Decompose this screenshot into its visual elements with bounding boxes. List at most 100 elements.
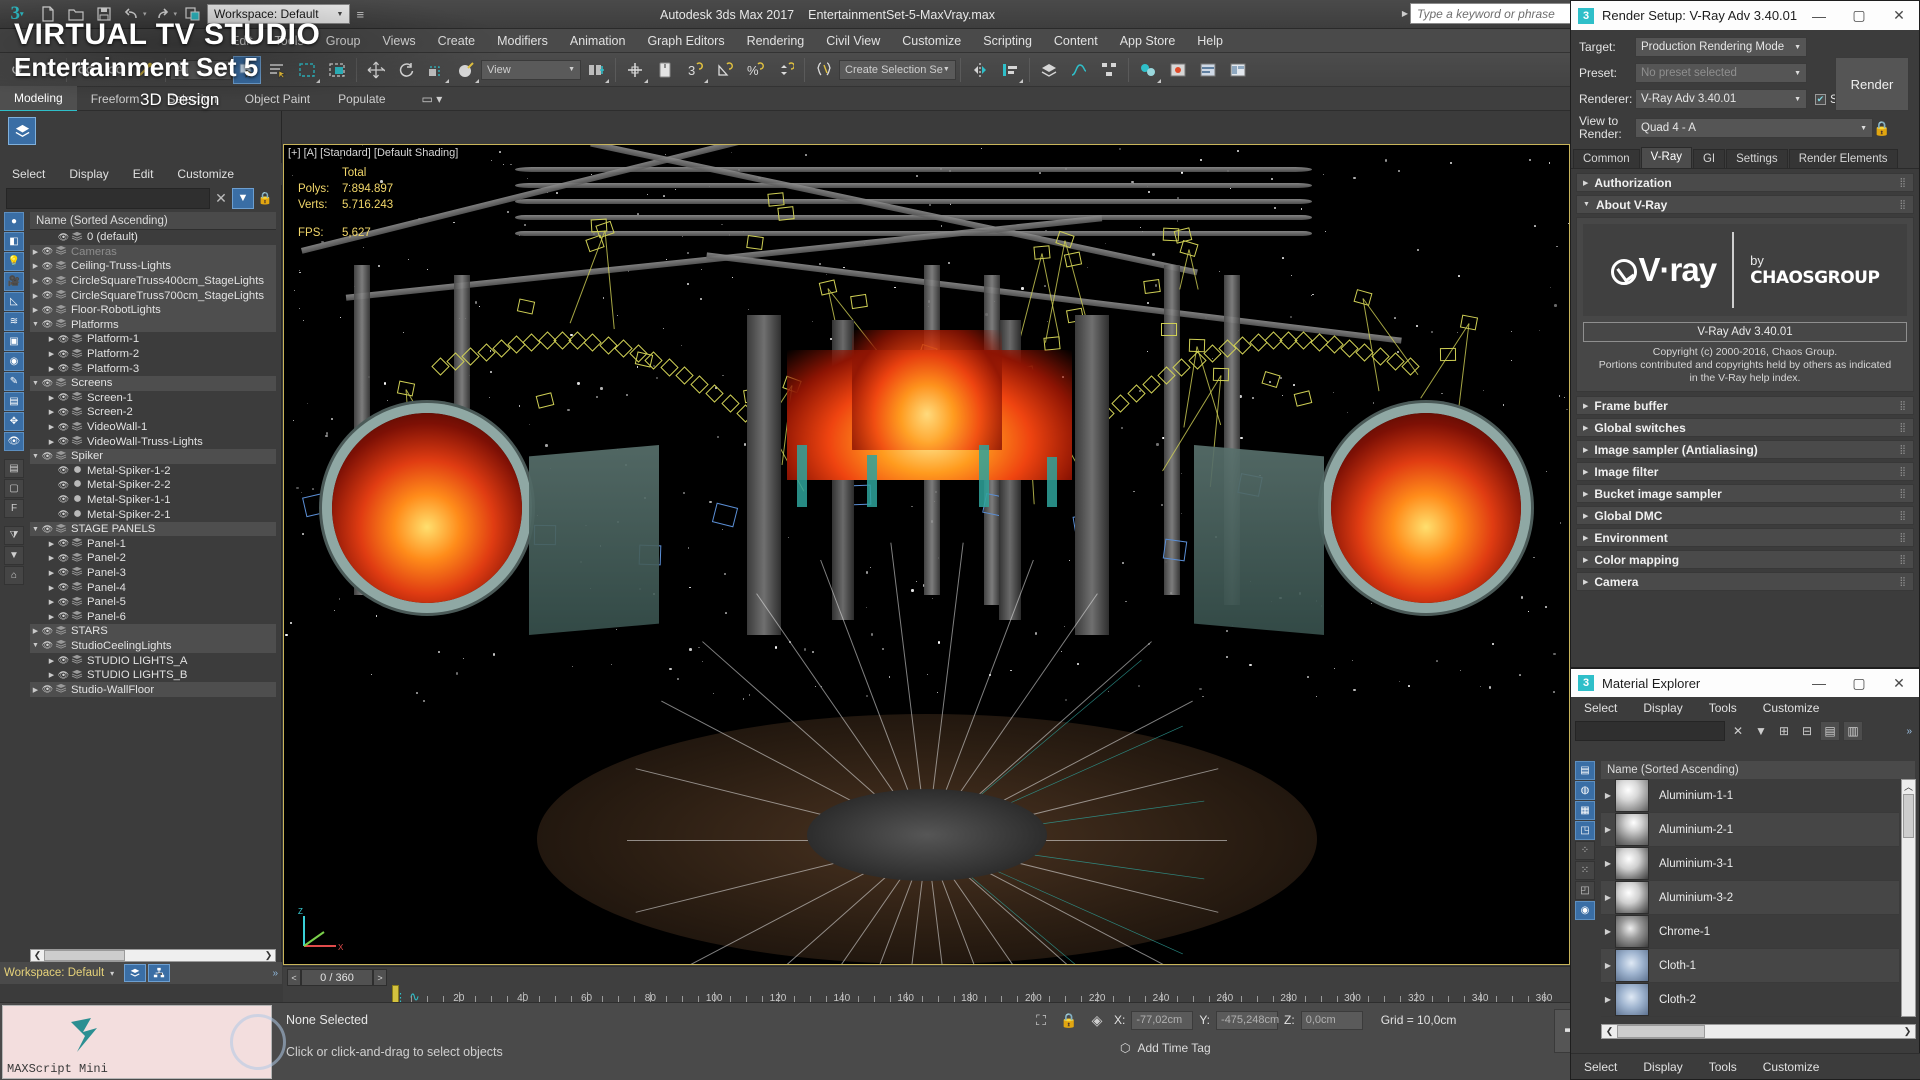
eye-icon[interactable]: 👁 xyxy=(41,524,54,535)
material-swatch[interactable] xyxy=(1615,847,1649,880)
chevron-right-icon[interactable]: ▶ xyxy=(1601,859,1615,868)
menu-item-group[interactable]: Group xyxy=(315,29,372,53)
rail-geometry-icon[interactable]: ◧ xyxy=(4,232,24,251)
chevron-right-icon[interactable]: ▶ xyxy=(46,394,57,402)
material-row[interactable]: ▶ Aluminium-3-2 xyxy=(1601,881,1899,915)
me-foot-tools[interactable]: Tools xyxy=(1696,1060,1750,1074)
clear-filter-icon[interactable]: ✕ xyxy=(210,190,232,207)
selection-lock-region-icon[interactable]: ⛶ xyxy=(1030,1009,1052,1031)
rail-helpers-icon[interactable]: ◺ xyxy=(4,292,24,311)
ribbon-tab-freeform[interactable]: Freeform xyxy=(77,87,154,111)
menu-item-graph-editors[interactable]: Graph Editors xyxy=(636,29,735,53)
rollout-global-dmc[interactable]: ▶ Global DMC ⣿ xyxy=(1576,506,1914,525)
scene-tree-row[interactable]: ▶ 👁 Platform-2 xyxy=(30,347,276,362)
show-maps-icon[interactable]: ▥ xyxy=(1843,721,1863,741)
menu-item-app-store[interactable]: App Store xyxy=(1109,29,1187,53)
material-swatch[interactable] xyxy=(1615,915,1649,948)
filter-funnel-icon[interactable]: ▼ xyxy=(232,188,254,209)
timeline-playhead[interactable] xyxy=(392,985,399,1003)
chevron-right-icon[interactable]: ▶ xyxy=(46,365,57,373)
menu-item-animation[interactable]: Animation xyxy=(559,29,637,53)
qat-more-icon[interactable]: ≡ xyxy=(356,7,364,22)
se-menu-customize[interactable]: Customize xyxy=(165,167,246,181)
chevron-right-icon[interactable]: ▶ xyxy=(46,540,57,548)
render-production-icon[interactable] xyxy=(1224,56,1252,84)
rail-visibility-icon[interactable]: 👁 xyxy=(4,432,24,451)
lock-icon[interactable]: 🔒 xyxy=(254,191,276,205)
material-row[interactable]: ▶ Aluminium-2-1 xyxy=(1601,813,1899,847)
spinner-snap-icon[interactable] xyxy=(771,56,799,84)
viewport-quad4a[interactable]: [+] [A] [Standard] [Default Shading] Tot… xyxy=(283,144,1570,965)
chevron-right-icon[interactable]: ▶ xyxy=(46,438,57,446)
rollout-color-mapping[interactable]: ▶ Color mapping ⣿ xyxy=(1576,550,1914,569)
se-menu-edit[interactable]: Edit xyxy=(121,167,166,181)
me-rail-object-icon[interactable]: ◰ xyxy=(1575,881,1595,900)
next-frame-button[interactable]: > xyxy=(373,969,387,986)
chevron-right-icon[interactable]: ▶ xyxy=(1601,995,1615,1004)
chevron-right-icon[interactable]: ▶ xyxy=(46,408,57,416)
rollout-image-sampler[interactable]: ▶ Image sampler (Antialiasing) ⣿ xyxy=(1576,440,1914,459)
rail-lights-icon[interactable]: 💡 xyxy=(4,252,24,271)
scene-tree-row[interactable]: ▶ 👁 CircleSquareTruss400cm_StageLights xyxy=(30,274,276,289)
scene-tree-row[interactable]: ▶ 👁 VideoWall-Truss-Lights xyxy=(30,434,276,449)
rail-particles-icon[interactable]: ✥ xyxy=(4,412,24,431)
select-link-icon[interactable] xyxy=(180,2,206,26)
chevron-right-icon[interactable]: ▶ xyxy=(1601,961,1615,970)
menu-item-modifiers[interactable]: Modifiers xyxy=(486,29,559,53)
save-file-checkbox[interactable]: ✔ xyxy=(1815,94,1826,105)
angle-snap-icon[interactable] xyxy=(651,56,679,84)
scene-tree-row[interactable]: ▶ 👁 Panel-4 xyxy=(30,580,276,595)
scene-tree-row[interactable]: ▶ 👁 Platform-3 xyxy=(30,361,276,376)
eye-icon[interactable]: 👁 xyxy=(57,538,70,549)
material-row[interactable]: ▶ Chrome-1 xyxy=(1601,915,1899,949)
curve-editor-icon[interactable] xyxy=(1065,56,1093,84)
percent-snap-3-icon[interactable]: 3 xyxy=(681,56,709,84)
material-editor-icon[interactable] xyxy=(1134,56,1162,84)
tab-render-elements[interactable]: Render Elements xyxy=(1789,149,1898,168)
select-and-rotate-icon[interactable] xyxy=(392,56,420,84)
reference-coordinate-combo[interactable]: View ▼ xyxy=(481,60,581,80)
scene-tree-row[interactable]: ▶ 👁 STUDIO LIGHTS_B xyxy=(30,668,276,683)
close-icon[interactable]: ✕ xyxy=(1879,7,1919,24)
material-list-hscrollbar[interactable]: ❮ ❯ xyxy=(1601,1024,1916,1039)
select-and-link-icon[interactable] xyxy=(72,56,100,84)
eye-icon[interactable]: 👁 xyxy=(57,670,70,681)
eye-icon[interactable]: 👁 xyxy=(41,640,54,651)
chevron-right-icon[interactable]: ▶ xyxy=(1601,927,1615,936)
maximize-icon[interactable]: ▢ xyxy=(1839,7,1879,24)
scene-tree-row[interactable]: ▶ 👁 Panel-1 xyxy=(30,536,276,551)
scene-tree-row[interactable]: ▶ 👁 Panel-6 xyxy=(30,609,276,624)
current-frame-display[interactable]: 0 / 360 xyxy=(301,969,373,986)
material-row[interactable]: ▶ Aluminium-3-1 xyxy=(1601,847,1899,881)
rollout-about-vray[interactable]: ▼ About V-Ray ⣿ xyxy=(1576,195,1914,214)
ribbon-tab-populate[interactable]: Populate xyxy=(324,87,399,111)
scene-explorer-hscrollbar[interactable]: ❮ ❯ xyxy=(30,949,276,962)
eye-icon[interactable]: 👁 xyxy=(57,349,70,360)
collapse-all-icon[interactable]: ⊟ xyxy=(1797,721,1817,741)
select-and-scale-icon[interactable] xyxy=(422,56,450,84)
material-explorer-titlebar[interactable]: 3 Material Explorer — ▢ ✕ xyxy=(1571,669,1919,697)
close-icon[interactable]: ✕ xyxy=(1879,675,1919,692)
chevron-down-icon[interactable]: ▼ xyxy=(30,321,41,328)
me-rail-maps-icon[interactable]: ⁘ xyxy=(1575,841,1595,860)
scene-tree-row[interactable]: ▶ 👁 Panel-2 xyxy=(30,551,276,566)
lock-selection-icon[interactable]: 🔒 xyxy=(1058,1009,1080,1031)
eye-icon[interactable]: 👁 xyxy=(57,494,70,505)
scroll-right-icon[interactable]: ❯ xyxy=(1900,1026,1915,1037)
chevron-right-icon[interactable]: ▶ xyxy=(30,277,41,285)
scene-tree-row[interactable]: ▼ 👁 Spiker xyxy=(30,449,276,464)
edit-named-selection-sets-icon[interactable] xyxy=(810,56,838,84)
rollout-global-switches[interactable]: ▶ Global switches ⣿ xyxy=(1576,418,1914,437)
rollout-image-filter[interactable]: ▶ Image filter ⣿ xyxy=(1576,462,1914,481)
ribbon-tab-selection[interactable]: Selection xyxy=(153,87,230,111)
scene-tree-row[interactable]: 👁 Metal-Spiker-2-2 xyxy=(30,478,276,493)
angle-snap-toggle-icon[interactable] xyxy=(711,56,739,84)
rail-filter-off-icon[interactable]: ⧩ xyxy=(4,526,24,545)
eye-icon[interactable]: 👁 xyxy=(57,436,70,447)
eye-icon[interactable]: 👁 xyxy=(57,509,70,520)
redo-dropdown-icon[interactable]: ▾ xyxy=(174,10,178,18)
material-row[interactable]: ▶ Cloth-2 xyxy=(1601,983,1899,1017)
render-setup-titlebar[interactable]: 3 Render Setup: V-Ray Adv 3.40.01 — ▢ ✕ xyxy=(1571,1,1919,30)
select-and-move-icon[interactable] xyxy=(362,56,390,84)
rail-bones-icon[interactable]: ✎ xyxy=(4,372,24,391)
